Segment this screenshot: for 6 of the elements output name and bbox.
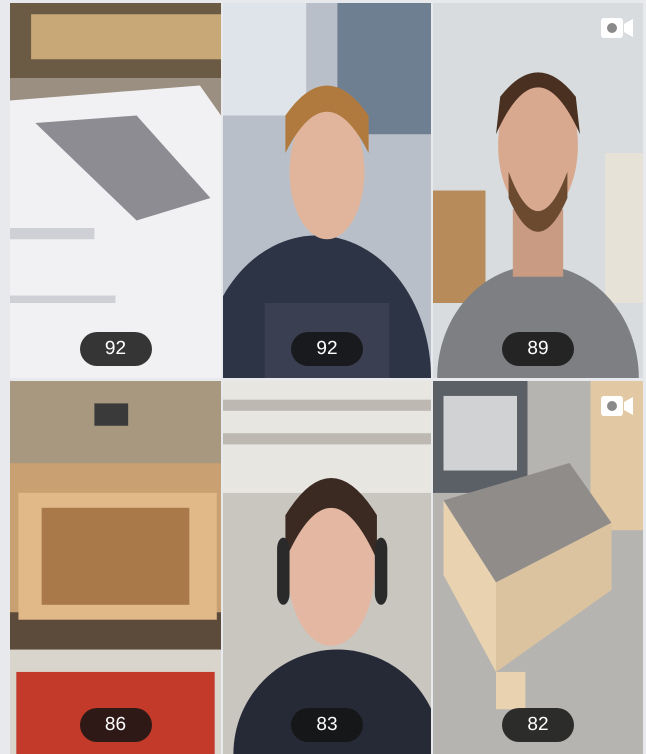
view-count: 83 — [291, 708, 363, 742]
view-count: 86 — [80, 708, 152, 742]
view-count: 82 — [502, 708, 574, 742]
view-count: 89 — [502, 332, 574, 366]
view-count: 92 — [291, 332, 363, 366]
view-count: 92 — [80, 332, 152, 366]
